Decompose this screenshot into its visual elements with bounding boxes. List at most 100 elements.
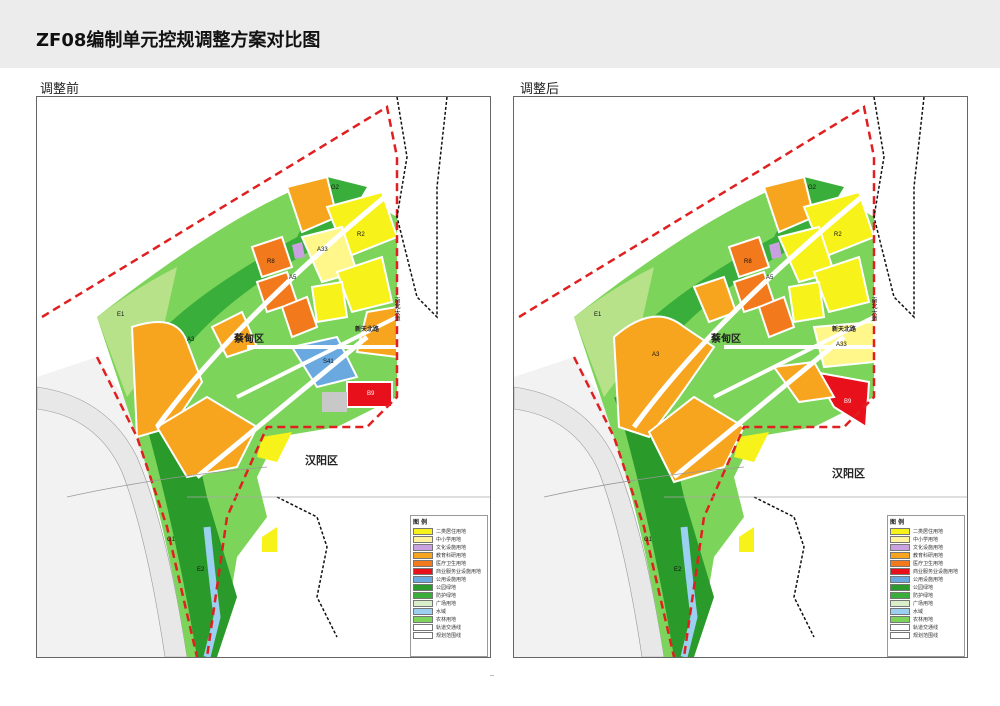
parcel-label-g2: G2 [331,185,340,191]
legend-label: 公园绿地 [436,584,457,591]
district-label-caidian: 蔡甸区 [711,334,741,345]
legend-label: 二类居住用地 [436,528,467,535]
legend-item: 中小学用地 [888,535,964,543]
parcel-label-e2: E2 [197,567,205,573]
legend-item: 防护绿地 [888,591,964,599]
legend-swatch [890,543,910,551]
parcel-label-g1: G1 [644,537,653,543]
map-label-before: 调整前 [40,82,80,97]
legend-before: 图 例 二类居住用地 中小学用地 文化设施用地 教育科研用地 医疗卫生用地 商业服务业设施… [410,515,488,657]
legend-swatch [413,527,433,535]
legend-item: 规划范围线 [888,631,964,639]
legend-label: 公用设施用地 [436,576,467,583]
legend-item: 规划范围线 [411,631,487,639]
legend-item: 水域 [411,607,487,615]
legend-title: 图 例 [413,519,428,526]
legend-item: 农林用地 [411,615,487,623]
parcel-label-e2: E2 [674,567,682,573]
legend-label: 防护绿地 [913,592,934,599]
legend-label: 教育科研用地 [913,552,944,559]
legend-label: 水域 [436,608,447,615]
legend-swatch [413,607,433,615]
district-label-hanyang: 汉阳区 [832,468,865,480]
parcel-label-a5: A5 [289,275,297,281]
legend-label: 防护绿地 [436,592,457,599]
parcel-label-r2: R2 [834,232,842,238]
legend-swatch [413,623,433,631]
legend-swatch [413,567,433,575]
legend-title: 图 例 [890,519,905,526]
road-label-nanbei: 南北大道 [870,297,876,321]
parcel-label-b9: B9 [367,391,375,397]
road-label-xintian: 新天北路 [355,327,380,333]
legend-label: 文化设施用地 [913,544,944,551]
legend-item: 教育科研用地 [411,551,487,559]
legend-item: 公用设施用地 [411,575,487,583]
legend-label: 规划范围线 [913,632,939,639]
legend-label: 医疗卫生用地 [436,560,467,567]
legend-label: 水域 [913,608,924,615]
legend-swatch [413,599,433,607]
legend-item: 轨道交通线 [411,623,487,631]
legend-item: 公园绿地 [888,583,964,591]
legend-label: 教育科研用地 [436,552,467,559]
legend-swatch [890,575,910,583]
legend-swatch [890,583,910,591]
legend-swatch [890,599,910,607]
legend-item: 轨道交通线 [888,623,964,631]
parcel-label-r8: R8 [267,259,275,265]
map-panel-before: 蔡甸区 汉阳区 新天北路 南北大道 A3 R2 A33 R8 S41 B9 G1… [36,96,491,658]
legend-item: 教育科研用地 [888,551,964,559]
legend-label: 规划范围线 [436,632,462,639]
legend-item: 医疗卫生用地 [411,559,487,567]
parcel-label-r8: R8 [744,259,752,265]
legend-item: 医疗卫生用地 [888,559,964,567]
legend-label: 农林用地 [913,616,934,623]
legend-swatch [890,631,910,639]
legend-swatch [413,575,433,583]
parcel-label-b9: B9 [844,399,852,405]
legend-label: 二类居住用地 [913,528,944,535]
parcel-label-g1: G1 [167,537,176,543]
road-label-xintian: 新天北路 [832,327,857,333]
legend-item: 公用设施用地 [888,575,964,583]
legend-swatch [890,607,910,615]
parcel-label-g2: G2 [808,185,817,191]
page-title: ZF08编制单元控规调整方案对比图 [36,30,321,51]
legend-item: 防护绿地 [411,591,487,599]
legend-swatch [413,591,433,599]
legend-swatch [413,535,433,543]
legend-swatch [413,551,433,559]
legend-item: 文化设施用地 [411,543,487,551]
legend-swatch [890,535,910,543]
legend-swatch [413,583,433,591]
parcel-label-a5: A5 [766,275,774,281]
legend-after: 图 例 二类居住用地 中小学用地 文化设施用地 教育科研用地 医疗卫生用地 商业服务业设施… [887,515,965,657]
district-label-hanyang: 汉阳区 [305,455,338,467]
legend-label: 公用设施用地 [913,576,944,583]
legend-item: 二类居住用地 [411,527,487,535]
legend-swatch [890,551,910,559]
legend-label: 医疗卫生用地 [913,560,944,567]
legend-label: 公园绿地 [913,584,934,591]
map-panel-after: 蔡甸区 汉阳区 新天北路 南北大道 A3 R2 A33 R8 B9 G1 E1 … [513,96,968,658]
legend-label: 广场用地 [436,600,457,607]
parcel-label-e1: E1 [594,312,602,318]
legend-label: 文化设施用地 [436,544,467,551]
legend-label: 广场用地 [913,600,934,607]
legend-swatch [413,615,433,623]
legend-item: 文化设施用地 [888,543,964,551]
legend-item: 公园绿地 [411,583,487,591]
legend-swatch [890,559,910,567]
legend-label: 商业服务业设施用地 [436,568,482,575]
legend-label: 农林用地 [436,616,457,623]
legend-item: 商业服务业设施用地 [888,567,964,575]
legend-swatch [890,623,910,631]
legend-item: 商业服务业设施用地 [411,567,487,575]
legend-label: 商业服务业设施用地 [913,568,959,575]
legend-item: 二类居住用地 [888,527,964,535]
footer-mark [490,675,494,676]
parcel-label-a33: A33 [317,247,328,253]
parcel-label-s41: S41 [323,359,334,365]
parcel-label-a3: A3 [652,352,660,358]
